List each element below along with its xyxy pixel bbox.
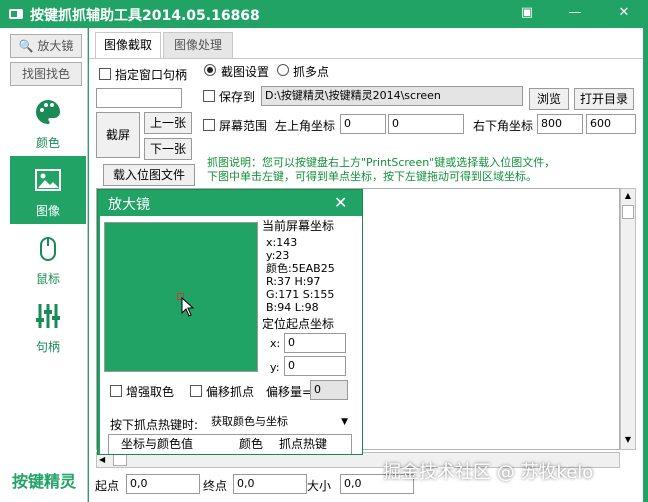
sidebar-item-color[interactable]: 颜色 — [10, 88, 86, 156]
sidebar-item-label: 句柄 — [35, 340, 60, 354]
hotkey-header: 抓点热键 — [279, 437, 328, 451]
browse-button[interactable]: 浏览 — [529, 88, 569, 110]
color-value: 颜色:5EAB25 — [266, 262, 335, 275]
capture-instructions: 抓图说明：您可以按键盘右上方"PrintScreen"键或选择载入位图文件， 下… — [207, 156, 637, 184]
green-sat-value: G:171 S:155 — [266, 288, 335, 301]
magnifier-title: 放大镜 — [108, 197, 150, 213]
handle-input[interactable] — [96, 88, 182, 108]
top-left-x-input[interactable]: 0 — [340, 114, 386, 134]
offset-amount-label: 偏移量= — [266, 385, 313, 399]
save-to-checkbox[interactable] — [203, 90, 215, 102]
close-window-button[interactable]: ✕ — [614, 4, 634, 22]
hotkey-action-label: 按下抓点热键时: — [110, 418, 199, 432]
brand-logo: 按键精灵 — [12, 472, 77, 491]
tab-image-processing[interactable]: 图像处理 — [163, 32, 233, 58]
color-header: 颜色 — [239, 437, 264, 451]
scroll-down-icon[interactable]: ▼ — [623, 435, 633, 445]
enhance-color-label: 增强取色 — [126, 385, 175, 399]
specify-handle-checkbox[interactable] — [99, 68, 111, 80]
app-window: 按键抓抓辅助工具2014.05.16868 ▣ — ✕ 🔍 放大镜 找图找色 颜… — [0, 0, 648, 502]
coord-y: y:23 — [266, 249, 290, 262]
sidebar-item-handle[interactable]: 句柄 — [10, 292, 86, 360]
sliders-icon — [36, 304, 60, 328]
magnifier-body: 当前屏幕坐标 x:143 y:23 颜色:5EAB25 R:37 H:97 G:… — [100, 216, 362, 454]
menu-dropdown-icon[interactable]: ▣ — [517, 4, 537, 22]
blue-light-value: B:94 L:98 — [266, 301, 319, 314]
size-label: 大小 — [307, 479, 332, 493]
sidebar-item-image[interactable]: 图像 — [10, 156, 86, 224]
sidebar-item-label: 图像 — [35, 204, 60, 218]
window-title: 按键抓抓辅助工具2014.05.16868 — [30, 8, 260, 24]
start-point-value[interactable]: 0,0 — [126, 474, 200, 494]
instructions-line2: 下图中单击左键，可得到单点坐标，按下左键拖动可得到区域坐标。 — [207, 170, 537, 183]
open-directory-button[interactable]: 打开目录 — [574, 88, 634, 110]
sidebar-item-mouse[interactable]: 鼠标 — [10, 224, 86, 292]
bottom-right-coords-label: 右下角坐标 — [473, 119, 534, 133]
magnifier-window: 放大镜 ✕ 当前屏幕坐标 x:143 y:23 颜色:5EAB25 R:37 H… — [97, 189, 363, 455]
coords-color-table-header: 坐标与颜色值 颜色 抓点热键 — [108, 434, 352, 454]
origin-y-label: y: — [270, 361, 280, 374]
magnifier-button[interactable]: 🔍 放大镜 — [10, 34, 82, 58]
horizontal-scroll-thumb[interactable] — [113, 454, 127, 466]
start-point-label: 起点 — [95, 479, 120, 493]
multi-points-radio[interactable] — [277, 64, 289, 76]
specify-handle-label: 指定窗口句柄 — [115, 68, 188, 82]
sidebar: 🔍 放大镜 找图找色 颜色 图像 鼠标 句柄 按键精灵 — [0, 28, 88, 502]
end-point-label: 终点 — [203, 479, 228, 493]
origin-coords-label: 定位起点坐标 — [262, 317, 335, 331]
image-icon — [35, 169, 61, 191]
origin-x-label: x: — [270, 337, 281, 350]
capture-settings-radio[interactable] — [204, 64, 216, 76]
hotkey-action-value: 获取颜色与坐标 — [211, 415, 288, 428]
offset-point-checkbox[interactable] — [190, 385, 202, 397]
title-bar: 按键抓抓辅助工具2014.05.16868 ▣ — ✕ — [0, 0, 648, 28]
screen-coords-label: 当前屏幕坐标 — [262, 219, 335, 233]
screenshot-button[interactable]: 截屏 — [96, 112, 140, 158]
top-left-coords-label: 左上角坐标 — [275, 119, 336, 133]
red-hue-value: R:37 H:97 — [266, 275, 321, 288]
chevron-down-icon: ▼ — [341, 417, 348, 427]
coord-color-header: 坐标与颜色值 — [121, 437, 194, 451]
end-point-value[interactable]: 0,0 — [233, 474, 307, 494]
magnifier-viewport — [104, 222, 258, 372]
offset-amount-input[interactable]: 0 — [310, 380, 348, 400]
enhance-color-checkbox[interactable] — [110, 385, 122, 397]
capture-settings-label: 截图设置 — [221, 65, 270, 79]
cursor-icon — [181, 297, 195, 317]
scroll-left-icon[interactable]: ◀ — [99, 455, 109, 465]
screen-range-checkbox[interactable] — [203, 119, 215, 131]
tab-image-capture[interactable]: 图像截取 — [95, 32, 161, 59]
load-bitmap-button[interactable]: 载入位图文件 — [103, 164, 195, 186]
app-logo-icon — [9, 9, 23, 19]
sidebar-item-label: 鼠标 — [35, 272, 60, 286]
vertical-scroll-thumb[interactable] — [622, 205, 634, 219]
search-icon: 🔍 — [18, 39, 34, 53]
multi-points-label: 抓多点 — [293, 65, 330, 79]
instructions-line1: 抓图说明：您可以按键盘右上方"PrintScreen"键或选择载入位图文件， — [207, 156, 556, 169]
watermark: 掘金技术社区 @ 苏牧kelo — [383, 462, 594, 483]
tab-divider — [89, 58, 643, 59]
sidebar-item-label: 颜色 — [35, 136, 60, 150]
palette-icon — [36, 100, 60, 124]
magnifier-button-label: 放大镜 — [37, 39, 74, 53]
magnifier-close-icon[interactable]: ✕ — [334, 193, 347, 212]
find-pic-color-button[interactable]: 找图找色 — [10, 62, 82, 86]
next-image-button[interactable]: 下一张 — [144, 138, 192, 160]
bottom-right-y-input[interactable]: 600 — [586, 114, 636, 134]
origin-x-input[interactable]: 0 — [284, 333, 346, 353]
screen-range-label: 屏幕范围 — [219, 119, 268, 133]
minimize-button[interactable]: — — [565, 4, 585, 22]
bottom-right-x-input[interactable]: 800 — [537, 114, 583, 134]
hotkey-action-select[interactable]: 获取颜色与坐标 ▼ — [208, 413, 352, 433]
offset-point-label: 偏移抓点 — [206, 385, 255, 399]
save-path-input[interactable]: D:\按键精灵\按键精灵2014\screen — [261, 86, 523, 106]
scroll-up-icon[interactable]: ▲ — [623, 191, 633, 201]
mouse-icon — [40, 237, 56, 261]
origin-y-input[interactable]: 0 — [284, 356, 346, 376]
vertical-scrollbar[interactable]: ▲ ▼ — [620, 188, 636, 450]
top-left-y-input[interactable]: 0 — [388, 114, 464, 134]
coord-x: x:143 — [266, 236, 298, 249]
save-to-label: 保存到 — [219, 90, 256, 104]
previous-image-button[interactable]: 上一张 — [144, 112, 192, 134]
